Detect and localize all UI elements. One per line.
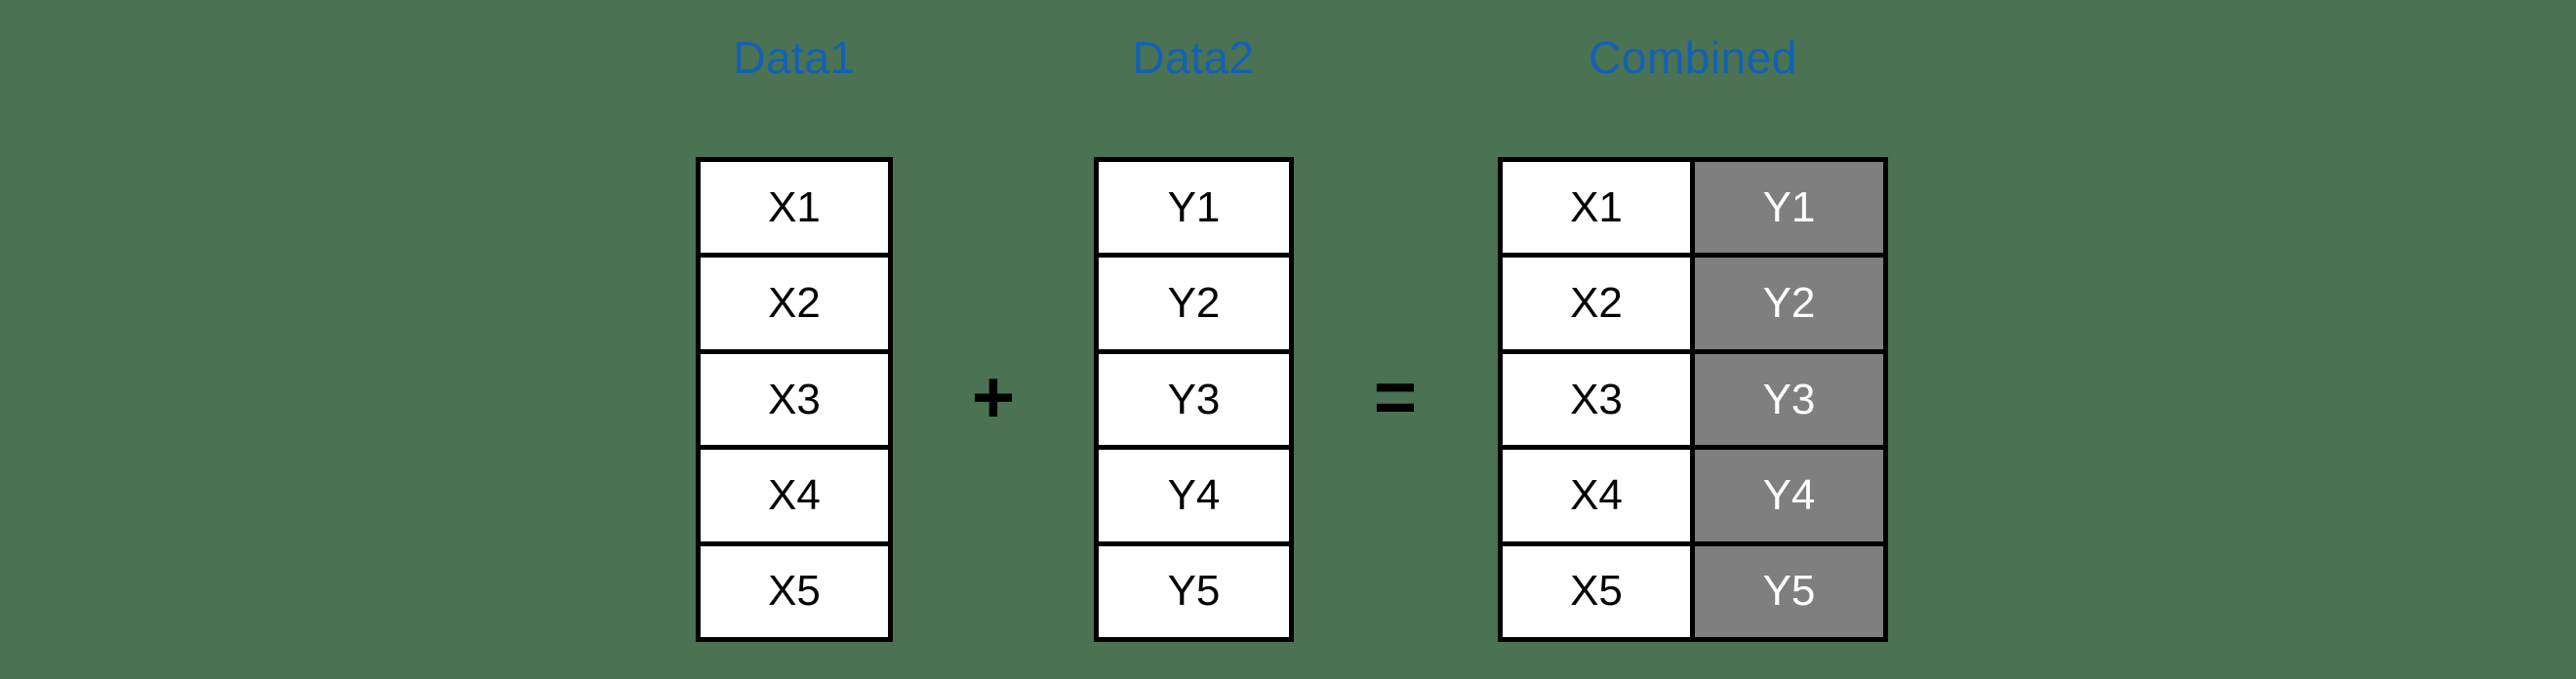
diagram-canvas: Data1 Data2 Combined X1 X2 X3 X4 X5 + Y1… bbox=[0, 0, 2576, 679]
cell-y2: Y2 bbox=[1099, 258, 1289, 349]
table-title-combined: Combined bbox=[1589, 32, 1797, 83]
table-row: X5 Y5 bbox=[1503, 545, 1883, 638]
cell-x4: X4 bbox=[701, 450, 888, 541]
table-row: Y2 bbox=[1099, 258, 1289, 354]
table-data2: Y1 Y2 Y3 Y4 Y5 bbox=[1094, 157, 1294, 642]
table-row: X3 Y3 bbox=[1503, 353, 1883, 451]
table-title-data2: Data2 bbox=[1132, 32, 1255, 83]
table-row: Y1 bbox=[1099, 162, 1289, 259]
cell-combined-x4: X4 bbox=[1503, 450, 1690, 541]
table-row: Y3 bbox=[1099, 353, 1289, 451]
table-row: X4 Y4 bbox=[1503, 450, 1883, 546]
cell-combined-y5: Y5 bbox=[1690, 545, 1883, 638]
table-combined: X1 Y1 X2 Y2 X3 Y3 X4 Y4 X5 Y5 bbox=[1498, 157, 1888, 642]
cell-combined-x3: X3 bbox=[1503, 353, 1690, 446]
cell-combined-x5: X5 bbox=[1503, 545, 1690, 638]
cell-combined-y4: Y4 bbox=[1690, 450, 1883, 541]
cell-combined-x2: X2 bbox=[1503, 258, 1690, 349]
table-row: Y4 bbox=[1099, 450, 1289, 546]
cell-x5: X5 bbox=[701, 545, 888, 638]
table-row: X2 Y2 bbox=[1503, 258, 1883, 354]
plus-operator: + bbox=[971, 356, 1016, 439]
table-row: Y5 bbox=[1099, 545, 1289, 638]
cell-x3: X3 bbox=[701, 353, 888, 446]
cell-combined-y1: Y1 bbox=[1690, 162, 1883, 254]
cell-x2: X2 bbox=[701, 258, 888, 349]
equals-operator: = bbox=[1373, 356, 1418, 439]
table-row: X1 Y1 bbox=[1503, 162, 1883, 259]
table-row: X2 bbox=[701, 258, 888, 354]
cell-y5: Y5 bbox=[1099, 545, 1289, 638]
table-row: X4 bbox=[701, 450, 888, 546]
cell-combined-x1: X1 bbox=[1503, 162, 1690, 254]
table-row: X3 bbox=[701, 353, 888, 451]
cell-y4: Y4 bbox=[1099, 450, 1289, 541]
table-row: X1 bbox=[701, 162, 888, 259]
cell-y3: Y3 bbox=[1099, 353, 1289, 446]
cell-combined-y3: Y3 bbox=[1690, 353, 1883, 446]
cell-x1: X1 bbox=[701, 162, 888, 254]
table-row: X5 bbox=[701, 545, 888, 638]
table-title-data1: Data1 bbox=[733, 32, 856, 83]
cell-y1: Y1 bbox=[1099, 162, 1289, 254]
cell-combined-y2: Y2 bbox=[1690, 258, 1883, 349]
table-data1: X1 X2 X3 X4 X5 bbox=[696, 157, 893, 642]
